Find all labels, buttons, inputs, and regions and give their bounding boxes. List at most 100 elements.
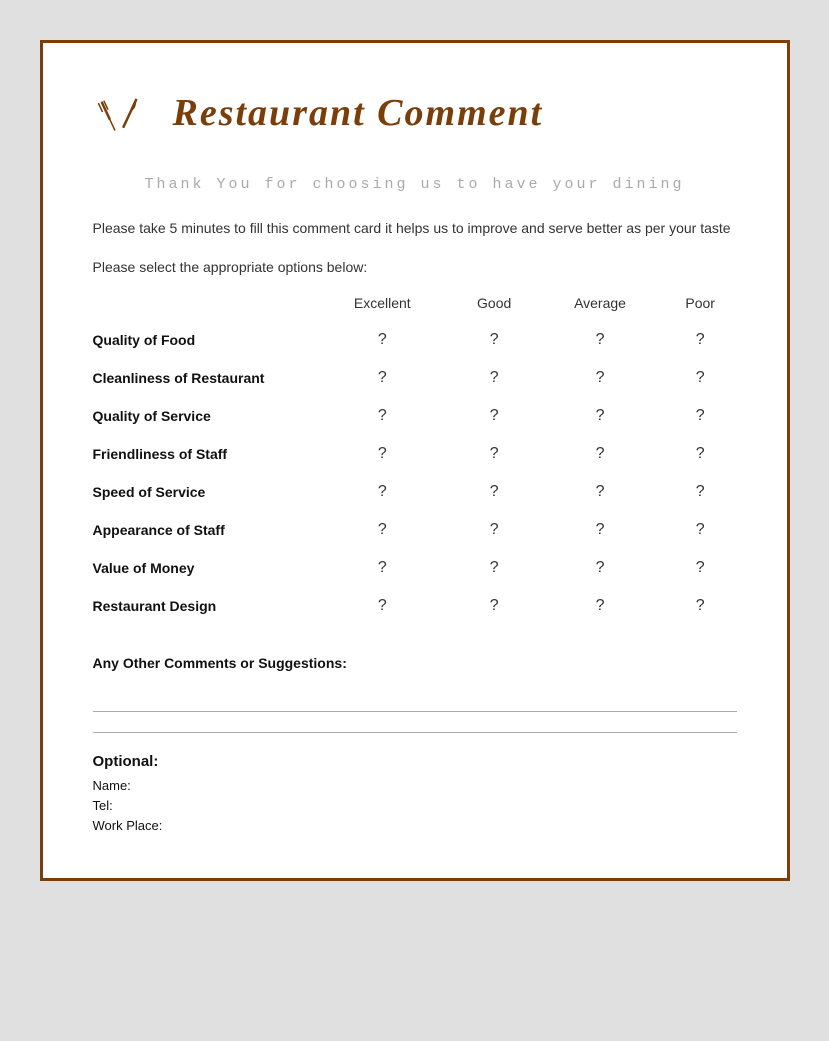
radio-average-6[interactable]: ? [596,559,605,577]
radio-good-0[interactable]: ? [490,331,499,349]
row-label-5: Appearance of Staff [93,511,313,549]
radio-poor-3[interactable]: ? [696,445,705,463]
utensils-icon [95,86,150,141]
header: Restaurant Comment [93,83,737,143]
table-header-row: Excellent Good Average Poor [93,295,737,321]
radio-average-4[interactable]: ? [596,483,605,501]
radio-cell-0-2[interactable]: ? [536,321,664,359]
radio-poor-2[interactable]: ? [696,407,705,425]
radio-cell-4-0[interactable]: ? [313,473,453,511]
radio-good-2[interactable]: ? [490,407,499,425]
thank-you-text: Thank You for choosing us to have your d… [93,173,737,197]
radio-cell-2-0[interactable]: ? [313,397,453,435]
radio-cell-5-0[interactable]: ? [313,511,453,549]
optional-fields: Name: Tel: Work Place: [93,778,737,833]
radio-cell-0-1[interactable]: ? [452,321,536,359]
radio-cell-5-3[interactable]: ? [664,511,737,549]
radio-cell-6-3[interactable]: ? [664,549,737,587]
restaurant-icon-area [93,83,153,143]
radio-excellent-4[interactable]: ? [378,483,387,501]
radio-poor-5[interactable]: ? [696,521,705,539]
col-header-excellent: Excellent [313,295,453,321]
page-title: Restaurant Comment [173,91,544,135]
table-row: Restaurant Design???? [93,587,737,625]
table-row: Quality of Service???? [93,397,737,435]
radio-average-5[interactable]: ? [596,521,605,539]
optional-field-1: Tel: [93,798,737,813]
radio-cell-5-2[interactable]: ? [536,511,664,549]
table-row: Appearance of Staff???? [93,511,737,549]
radio-cell-3-3[interactable]: ? [664,435,737,473]
col-header-good: Good [452,295,536,321]
radio-cell-3-0[interactable]: ? [313,435,453,473]
radio-good-1[interactable]: ? [490,369,499,387]
radio-cell-4-2[interactable]: ? [536,473,664,511]
radio-excellent-6[interactable]: ? [378,559,387,577]
table-row: Speed of Service???? [93,473,737,511]
radio-cell-7-3[interactable]: ? [664,587,737,625]
radio-cell-6-0[interactable]: ? [313,549,453,587]
radio-poor-7[interactable]: ? [696,597,705,615]
radio-cell-2-3[interactable]: ? [664,397,737,435]
rating-table: Excellent Good Average Poor Quality of F… [93,295,737,625]
select-prompt: Please select the appropriate options be… [93,259,737,275]
radio-excellent-1[interactable]: ? [378,369,387,387]
radio-cell-1-3[interactable]: ? [664,359,737,397]
radio-poor-0[interactable]: ? [696,331,705,349]
radio-good-6[interactable]: ? [490,559,499,577]
radio-average-3[interactable]: ? [596,445,605,463]
radio-average-7[interactable]: ? [596,597,605,615]
row-label-0: Quality of Food [93,321,313,359]
radio-cell-6-2[interactable]: ? [536,549,664,587]
row-label-3: Friendliness of Staff [93,435,313,473]
radio-cell-7-1[interactable]: ? [452,587,536,625]
table-row: Value of Money???? [93,549,737,587]
col-header-average: Average [536,295,664,321]
optional-field-2: Work Place: [93,818,737,833]
radio-cell-1-0[interactable]: ? [313,359,453,397]
radio-cell-7-2[interactable]: ? [536,587,664,625]
radio-cell-5-1[interactable]: ? [452,511,536,549]
radio-cell-2-2[interactable]: ? [536,397,664,435]
radio-excellent-0[interactable]: ? [378,331,387,349]
table-row: Friendliness of Staff???? [93,435,737,473]
description-text: Please take 5 minutes to fill this comme… [93,217,737,239]
radio-excellent-7[interactable]: ? [378,597,387,615]
radio-good-3[interactable]: ? [490,445,499,463]
radio-excellent-3[interactable]: ? [378,445,387,463]
radio-excellent-2[interactable]: ? [378,407,387,425]
radio-cell-7-0[interactable]: ? [313,587,453,625]
col-header-label [93,295,313,321]
optional-section: Optional: Name: Tel: Work Place: [93,753,737,833]
radio-poor-4[interactable]: ? [696,483,705,501]
col-header-poor: Poor [664,295,737,321]
radio-average-1[interactable]: ? [596,369,605,387]
table-row: Cleanliness of Restaurant???? [93,359,737,397]
radio-cell-6-1[interactable]: ? [452,549,536,587]
row-label-6: Value of Money [93,549,313,587]
radio-cell-4-1[interactable]: ? [452,473,536,511]
radio-cell-2-1[interactable]: ? [452,397,536,435]
radio-cell-3-2[interactable]: ? [536,435,664,473]
divider-2 [93,732,737,733]
radio-cell-4-3[interactable]: ? [664,473,737,511]
comments-section: Any Other Comments or Suggestions: [93,655,737,671]
comments-label: Any Other Comments or Suggestions: [93,655,737,671]
radio-poor-1[interactable]: ? [696,369,705,387]
radio-cell-1-2[interactable]: ? [536,359,664,397]
radio-cell-1-1[interactable]: ? [452,359,536,397]
radio-average-0[interactable]: ? [596,331,605,349]
divider [93,711,737,712]
optional-title: Optional: [93,753,737,770]
radio-excellent-5[interactable]: ? [378,521,387,539]
radio-poor-6[interactable]: ? [696,559,705,577]
radio-good-4[interactable]: ? [490,483,499,501]
radio-cell-0-0[interactable]: ? [313,321,453,359]
radio-good-5[interactable]: ? [490,521,499,539]
radio-average-2[interactable]: ? [596,407,605,425]
radio-good-7[interactable]: ? [490,597,499,615]
row-label-7: Restaurant Design [93,587,313,625]
radio-cell-0-3[interactable]: ? [664,321,737,359]
optional-field-0: Name: [93,778,737,793]
radio-cell-3-1[interactable]: ? [452,435,536,473]
